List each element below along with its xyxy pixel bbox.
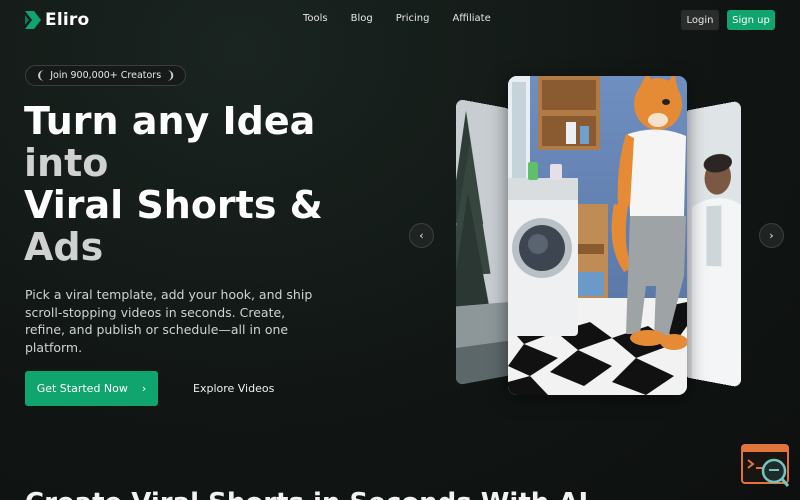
nav-link-pricing[interactable]: Pricing	[396, 13, 430, 24]
section-title: Create Viral Shorts in Seconds With AI	[25, 488, 588, 500]
video-card-next[interactable]	[683, 100, 741, 388]
get-started-label: Get Started Now	[36, 382, 128, 395]
nav-links: Tools Blog Pricing Affiliate	[303, 13, 514, 24]
headline-line-3: Viral Shorts &	[24, 183, 323, 227]
lab-scientist-thumbnail	[683, 100, 741, 388]
nav-link-tools[interactable]: Tools	[303, 13, 328, 24]
explore-videos-link[interactable]: Explore Videos	[193, 382, 274, 395]
nav-link-blog[interactable]: Blog	[351, 13, 373, 24]
video-card-active[interactable]	[508, 76, 687, 395]
terminal-search-icon	[741, 444, 790, 487]
laurel-left-icon: ❨	[36, 69, 46, 82]
logo[interactable]: Eliro	[25, 10, 89, 30]
video-card-prev[interactable]	[456, 98, 512, 386]
headline-line-4: Ads	[24, 225, 104, 269]
laurel-right-icon: ❩	[166, 69, 176, 82]
chevron-right-icon: ›	[769, 229, 774, 242]
headline-line-1: Turn any Idea	[24, 99, 316, 143]
hero-headline: Turn any Idea into Viral Shorts & Ads	[24, 100, 344, 268]
laundry-cat-thumbnail	[508, 76, 687, 395]
help-widget[interactable]	[741, 444, 791, 488]
creators-badge: ❨ Join 900,000+ Creators ❩	[25, 65, 187, 86]
chevron-left-icon: ‹	[419, 229, 424, 242]
carousel-prev-button[interactable]: ‹	[409, 223, 434, 248]
hero-subtext: Pick a viral template, add your hook, an…	[25, 287, 313, 355]
headline-line-2: into	[24, 141, 109, 185]
login-button[interactable]: Login	[681, 10, 719, 30]
brand-name: Eliro	[45, 10, 90, 30]
logo-mark-icon	[25, 11, 41, 29]
snowy-forest-thumbnail	[456, 98, 512, 386]
chevron-right-icon: ›	[141, 382, 147, 395]
nav-link-affiliate[interactable]: Affiliate	[452, 13, 490, 24]
carousel-next-button[interactable]: ›	[759, 223, 784, 248]
get-started-button[interactable]: Get Started Now ›	[25, 371, 158, 406]
top-nav: Eliro Tools Blog Pricing Affiliate Login…	[0, 0, 800, 40]
signup-button[interactable]: Sign up	[727, 10, 775, 30]
video-carousel: ‹ ›	[400, 70, 800, 410]
badge-text: Join 900,000+ Creators	[50, 70, 162, 81]
